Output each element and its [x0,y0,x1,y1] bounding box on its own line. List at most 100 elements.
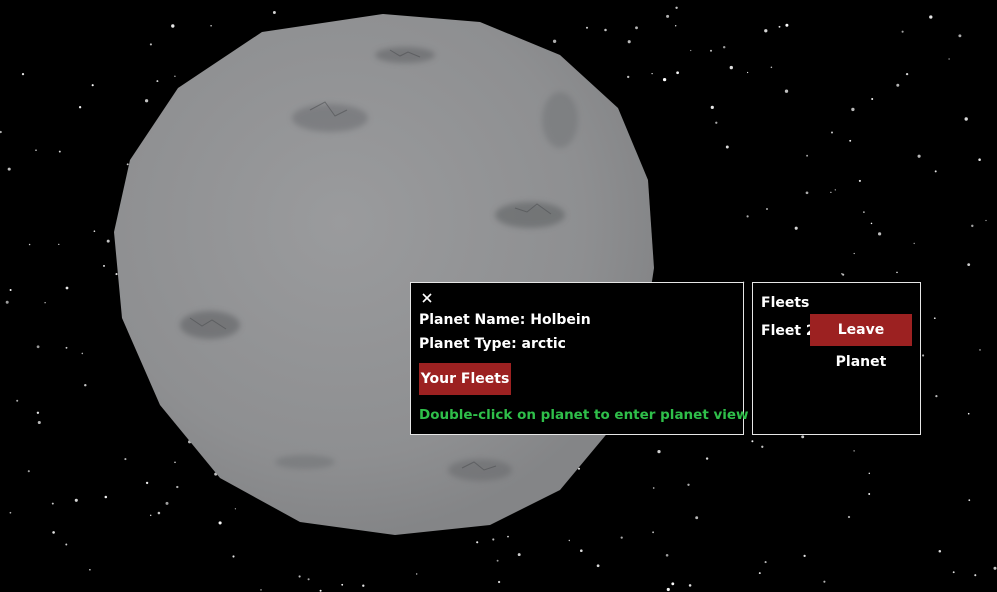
star [993,566,997,570]
star [662,77,667,82]
star [52,531,55,534]
star [319,589,322,592]
star [671,582,675,586]
star [770,66,773,69]
star [210,25,212,27]
star [665,554,669,557]
star [16,399,19,402]
star [149,514,152,517]
star [585,26,589,29]
star [37,420,41,425]
star [675,6,678,10]
star [806,154,809,157]
star [44,302,46,304]
star [65,346,68,349]
star [709,49,713,52]
star [81,352,84,355]
planet-info-panel: Planet Name: Holbein Planet Type: arctic… [410,282,749,435]
star [766,208,768,210]
star [9,511,12,514]
star [58,243,60,246]
star [870,222,873,225]
star [124,458,127,461]
star [232,555,235,558]
star [901,30,904,33]
star [675,25,677,27]
star [627,75,630,79]
star [145,481,149,485]
star [794,226,798,230]
star [144,99,149,103]
star [552,39,557,43]
star [922,354,925,357]
star [938,549,942,553]
close-icon[interactable] [421,292,433,304]
star [272,11,276,14]
star [948,58,950,60]
star [91,84,94,87]
fleet-name: Fleet 2 [761,323,816,339]
star [964,117,968,121]
your-fleets-button[interactable]: Your Fleets [419,363,511,395]
star [58,150,61,153]
star [666,14,670,18]
star [952,571,955,574]
fleets-title: Fleets [761,295,810,311]
star [165,501,169,505]
star [784,89,789,93]
star [104,495,108,499]
star [823,580,826,583]
star [604,28,607,32]
planet-name-label: Planet Name: Holbein [419,312,591,328]
star [896,83,900,87]
star [764,29,768,33]
star [0,130,2,134]
star [307,578,310,581]
star [934,170,937,173]
star [710,105,714,109]
leave-planet-button[interactable]: Leave Planet [810,314,912,370]
star [967,263,971,267]
star [687,483,690,486]
star [705,457,709,460]
star [729,65,733,70]
star [851,107,855,112]
star [905,72,909,76]
star [801,435,805,439]
star [933,317,936,320]
star [764,561,767,564]
star [579,549,583,553]
star [35,149,37,152]
star [917,154,921,158]
planet-holbein[interactable] [114,14,654,535]
star [971,224,974,228]
star [761,445,764,448]
star [89,568,91,571]
star [103,264,105,267]
star [126,163,129,166]
star [517,553,521,557]
star [746,71,749,74]
star [968,499,971,502]
star [106,239,110,243]
star [805,191,809,195]
star [218,521,222,525]
star [156,80,159,83]
star [666,587,670,592]
star [715,121,718,124]
star [635,26,638,30]
star [496,559,499,562]
star [492,538,495,541]
star [868,493,871,495]
star [362,584,365,587]
star [868,472,871,475]
star [476,541,479,544]
star [896,271,898,274]
star [722,45,726,49]
star [831,131,833,134]
star [651,72,653,75]
star [690,49,692,52]
star [341,583,344,586]
planet-body[interactable] [114,14,654,535]
star [695,516,699,520]
